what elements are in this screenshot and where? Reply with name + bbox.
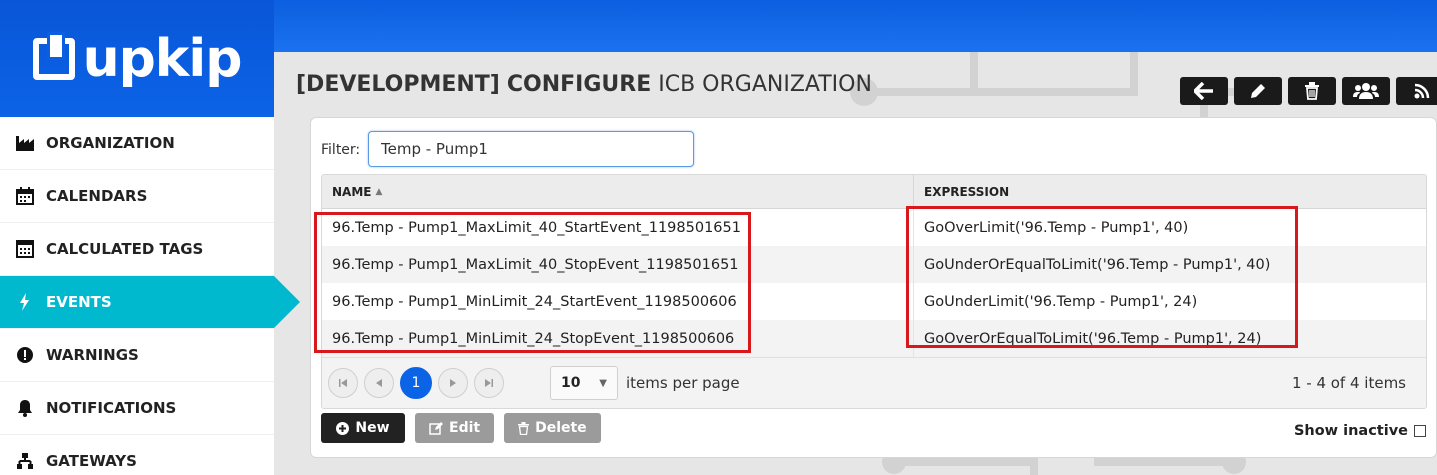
sidebar-item-warnings[interactable]: WARNINGS bbox=[0, 329, 274, 382]
pager-info: 1 - 4 of 4 items bbox=[1291, 374, 1406, 392]
sidebar-item-calendars[interactable]: CALENDARS bbox=[0, 170, 274, 223]
previous-page-button[interactable] bbox=[364, 368, 394, 398]
show-inactive-checkbox[interactable] bbox=[1414, 425, 1426, 437]
events-grid: NAME ▲ EXPRESSION 96.Temp - Pump1_MaxLim… bbox=[321, 174, 1427, 409]
sidebar-item-notifications[interactable]: NOTIFICATIONS bbox=[0, 382, 274, 435]
cell-expression: GoOverOrEqualToLimit('96.Temp - Pump1', … bbox=[924, 330, 1262, 347]
trash-icon bbox=[1305, 82, 1319, 100]
table-row[interactable]: 96.Temp - Pump1_MaxLimit_40_StartEvent_1… bbox=[322, 209, 1426, 246]
sidebar-item-events[interactable]: EVENTS bbox=[0, 276, 300, 329]
new-button[interactable]: New bbox=[321, 413, 405, 443]
back-arrow-icon bbox=[1194, 82, 1213, 100]
title-environment: [DEVELOPMENT] bbox=[296, 72, 500, 97]
cell-name: 96.Temp - Pump1_MaxLimit_40_StartEvent_1… bbox=[322, 209, 914, 246]
next-page-button[interactable] bbox=[438, 368, 468, 398]
table-row[interactable]: 96.Temp - Pump1_MinLimit_24_StopEvent_11… bbox=[322, 320, 1426, 357]
users-button[interactable] bbox=[1342, 77, 1390, 105]
sidebar-item-label: GATEWAYS bbox=[46, 452, 137, 470]
delete-button-label: Delete bbox=[535, 420, 587, 436]
show-inactive-label: Show inactive bbox=[1293, 423, 1408, 439]
page-size-value: 10 bbox=[561, 375, 581, 391]
bolt-icon bbox=[14, 292, 36, 312]
pager: 1 10 ▼ items per page 1 - 4 of 4 items bbox=[322, 357, 1426, 408]
plus-circle-icon bbox=[336, 421, 350, 435]
cell-name: 96.Temp - Pump1_MaxLimit_40_StopEvent_11… bbox=[322, 246, 914, 283]
sidebar-nav: ORGANIZATION CALENDARS CALCULATED TAGS E… bbox=[0, 117, 300, 475]
last-page-button[interactable] bbox=[474, 368, 504, 398]
sitemap-icon bbox=[14, 451, 36, 471]
sort-ascending-icon: ▲ bbox=[375, 186, 383, 197]
edit-button[interactable]: Edit bbox=[415, 413, 495, 443]
delete-button[interactable]: Delete bbox=[504, 413, 601, 443]
table-row[interactable]: 96.Temp - Pump1_MinLimit_24_StartEvent_1… bbox=[322, 283, 1426, 320]
edit-button-label: Edit bbox=[449, 420, 481, 436]
grid-body: 96.Temp - Pump1_MaxLimit_40_StartEvent_1… bbox=[322, 209, 1426, 357]
title-action: CONFIGURE bbox=[506, 72, 652, 97]
last-page-icon bbox=[485, 379, 493, 387]
logo-mark-icon bbox=[32, 31, 75, 80]
table-row[interactable]: 96.Temp - Pump1_MaxLimit_40_StopEvent_11… bbox=[322, 246, 1426, 283]
sidebar: upkip ORGANIZATION CALENDARS CALCULATED … bbox=[0, 0, 300, 475]
calculator-icon bbox=[14, 239, 36, 259]
rss-button[interactable] bbox=[1396, 77, 1437, 105]
chevron-down-icon: ▼ bbox=[599, 377, 607, 389]
column-header-name-label: NAME bbox=[332, 184, 372, 199]
sidebar-item-label: ORGANIZATION bbox=[46, 134, 175, 152]
title-organization: ICB ORGANIZATION bbox=[658, 72, 872, 97]
sidebar-item-label: WARNINGS bbox=[46, 346, 139, 364]
sidebar-item-label: NOTIFICATIONS bbox=[46, 399, 177, 417]
exclamation-icon bbox=[14, 345, 36, 365]
show-inactive-toggle[interactable]: Show inactive bbox=[1294, 423, 1426, 439]
page-size-select[interactable]: 10 ▼ bbox=[550, 366, 618, 400]
logo-area: upkip bbox=[0, 0, 274, 117]
sidebar-item-gateways[interactable]: GATEWAYS bbox=[0, 435, 274, 475]
cell-name: 96.Temp - Pump1_MinLimit_24_StartEvent_1… bbox=[322, 283, 914, 320]
column-header-expression-label: EXPRESSION bbox=[924, 184, 1010, 199]
logo-text: upkip bbox=[82, 28, 243, 89]
upkip-logo[interactable]: upkip bbox=[32, 28, 243, 89]
calendar-icon bbox=[14, 186, 36, 206]
delete-organization-button[interactable] bbox=[1288, 77, 1336, 105]
new-button-label: New bbox=[355, 420, 390, 436]
filter-input[interactable] bbox=[368, 131, 694, 167]
grid-header: NAME ▲ EXPRESSION bbox=[322, 175, 1426, 209]
page-size-label: items per page bbox=[626, 374, 740, 392]
sidebar-item-calculated-tags[interactable]: CALCULATED TAGS bbox=[0, 223, 274, 276]
page-title: [DEVELOPMENT] CONFIGURE ICB ORGANIZATION bbox=[296, 72, 872, 97]
top-bar bbox=[274, 0, 1437, 52]
users-icon bbox=[1353, 83, 1379, 99]
edit-icon bbox=[429, 421, 443, 435]
cell-expression: GoOverLimit('96.Temp - Pump1', 40) bbox=[924, 219, 1189, 236]
sidebar-item-label: CALENDARS bbox=[46, 187, 148, 205]
toolbar bbox=[1180, 77, 1437, 105]
back-button[interactable] bbox=[1180, 77, 1228, 105]
first-page-button[interactable] bbox=[328, 368, 358, 398]
edit-organization-button[interactable] bbox=[1234, 77, 1282, 105]
cell-name: 96.Temp - Pump1_MinLimit_24_StopEvent_11… bbox=[322, 320, 914, 357]
factory-icon bbox=[14, 133, 36, 153]
next-page-icon bbox=[450, 379, 456, 387]
page-1-button[interactable]: 1 bbox=[400, 367, 432, 399]
trash-icon bbox=[518, 421, 530, 435]
column-header-name[interactable]: NAME ▲ bbox=[322, 175, 914, 208]
cell-expression: GoUnderLimit('96.Temp - Pump1', 24) bbox=[924, 293, 1198, 310]
cell-expression: GoUnderOrEqualToLimit('96.Temp - Pump1',… bbox=[924, 256, 1271, 273]
events-panel: Filter: NAME ▲ EXPRESSION 96.Temp - Pump… bbox=[310, 117, 1437, 458]
column-header-expression[interactable]: EXPRESSION bbox=[914, 175, 1426, 208]
sidebar-item-organization[interactable]: ORGANIZATION bbox=[0, 117, 274, 170]
bell-icon bbox=[14, 398, 36, 418]
sidebar-item-label: CALCULATED TAGS bbox=[46, 240, 204, 258]
first-page-icon bbox=[339, 379, 347, 387]
grid-actions: New Edit Delete bbox=[321, 413, 601, 443]
filter-label: Filter: bbox=[321, 142, 361, 158]
rss-icon bbox=[1414, 83, 1430, 99]
pencil-icon bbox=[1251, 84, 1265, 98]
previous-page-icon bbox=[376, 379, 382, 387]
sidebar-item-label: EVENTS bbox=[46, 293, 112, 311]
